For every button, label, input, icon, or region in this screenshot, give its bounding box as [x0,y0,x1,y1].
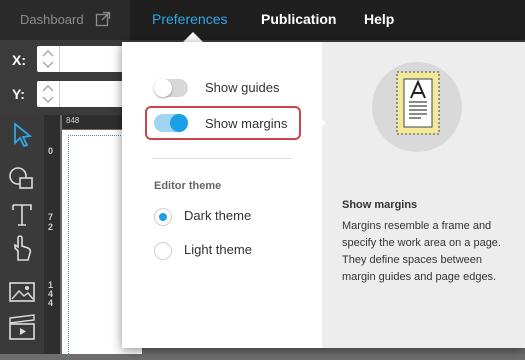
toggle-knob [154,79,172,97]
show-guides-toggle[interactable] [154,79,188,97]
toggle-knob [170,114,188,132]
dropdown-caret [183,32,203,42]
help-title: Show margins [342,199,418,211]
margins-illustration-icon [372,62,462,152]
video-tool[interactable] [6,313,38,343]
y-label: Y: [12,86,25,102]
editor-theme-title: Editor theme [154,180,222,192]
external-link-icon [95,11,111,32]
light-theme-radio[interactable] [154,242,172,260]
dark-theme-radio[interactable] [154,208,172,226]
ruler-tick: 7 [48,212,54,222]
menu-publication[interactable]: Publication [261,11,336,27]
tool-sidebar [0,115,44,354]
dashboard-tab[interactable]: Dashboard [0,0,130,40]
x-field[interactable] [37,46,127,72]
menu-preferences[interactable]: Preferences [152,11,227,27]
shape-tool[interactable] [6,163,38,193]
ruler-value: 848 [66,116,80,125]
image-tool[interactable] [6,277,38,307]
show-margins-label[interactable]: Show margins [205,116,287,131]
x-stepper[interactable] [37,46,60,72]
divider [152,158,292,159]
help-description: Margins resemble a frame and specify the… [342,220,501,283]
help-panel: Show margins Margins resemble a frame an… [322,42,525,348]
menu-help[interactable]: Help [364,11,394,27]
y-field[interactable] [37,81,127,107]
ruler-tick: 4 [48,298,54,308]
select-tool[interactable] [6,121,38,151]
x-label: X: [12,52,26,68]
top-menu-bar: Dashboard Preferences Publication Help [0,0,525,40]
y-stepper[interactable] [37,81,60,107]
show-guides-label[interactable]: Show guides [205,80,279,95]
light-theme-label[interactable]: Light theme [184,242,252,257]
preferences-dropdown: Show guides Show margins Editor theme Da… [122,42,525,348]
ruler-tick: 0 [48,146,54,156]
ruler-tick: 2 [48,222,54,232]
interactive-hand-tool[interactable] [6,233,38,263]
vertical-ruler: 0 7 2 1 4 4 [44,115,60,354]
text-tool[interactable] [6,199,38,229]
show-margins-toggle[interactable] [154,114,188,132]
help-pointer [319,117,326,129]
dark-theme-label[interactable]: Dark theme [184,208,251,223]
dashboard-label: Dashboard [20,12,84,27]
